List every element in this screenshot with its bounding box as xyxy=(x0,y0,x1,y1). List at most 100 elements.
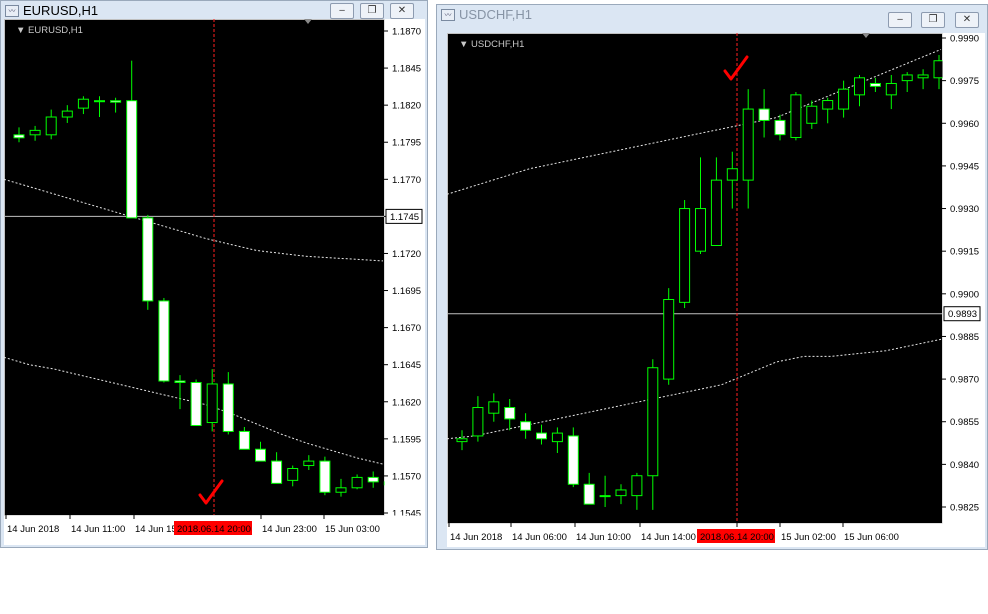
price-axis-area xyxy=(384,19,425,545)
candle-body xyxy=(206,383,218,424)
chart-window-icon: 〰 xyxy=(441,9,455,21)
candle-body xyxy=(238,430,250,450)
usdchf-titlebar[interactable]: 〰 USDCHF,H1 ‒ ❐ ✕ xyxy=(437,5,987,28)
candle-body xyxy=(822,100,834,110)
plot-frame xyxy=(447,33,943,524)
price-tick-label: 0.9900 xyxy=(950,289,979,300)
candle-body xyxy=(695,208,706,252)
candle-body xyxy=(158,300,170,382)
close-button[interactable]: ✕ xyxy=(390,3,414,19)
candle-body xyxy=(255,448,266,462)
candle-body xyxy=(663,299,675,380)
restore-button[interactable]: ❐ xyxy=(921,12,945,28)
candle-body xyxy=(222,383,234,432)
restore-button[interactable]: ❐ xyxy=(360,3,384,19)
candle-body xyxy=(536,432,547,440)
price-tick-label: 1.1845 xyxy=(392,64,421,75)
price-tick-label: 0.9855 xyxy=(950,417,979,428)
candle-body xyxy=(869,82,881,87)
crosshair-price-label: 1.1745 xyxy=(390,212,419,223)
candle-body xyxy=(472,407,484,437)
time-tick-label: 14 Jun 10:00 xyxy=(576,532,631,543)
close-button[interactable]: ✕ xyxy=(955,12,979,28)
band-upper-line xyxy=(447,48,942,195)
candle-body xyxy=(190,381,202,426)
candle-body xyxy=(287,468,299,481)
price-tick-label: 0.9960 xyxy=(950,119,979,130)
price-tick-label: 0.9990 xyxy=(950,34,979,45)
candle-body xyxy=(520,421,532,431)
eurusd-window[interactable]: 〰 EURUSD,H1 ‒ ❐ ✕ ▼ EURUSD,H1 1.1870 1.184… xyxy=(0,0,428,548)
candle-body xyxy=(599,495,611,498)
candle-body xyxy=(647,367,659,477)
candle-body xyxy=(790,94,802,138)
time-tick-label: 14 Jun 11:00 xyxy=(71,524,125,535)
candle-body xyxy=(758,108,770,121)
candle-body xyxy=(456,438,468,443)
candle-body xyxy=(726,168,738,181)
candle-body xyxy=(567,435,579,485)
candle-body xyxy=(583,483,595,505)
candle-body xyxy=(45,116,57,136)
price-tick-label: 0.9825 xyxy=(950,503,979,514)
candle-body xyxy=(885,82,897,96)
usdchf-window[interactable]: 〰 USDCHF,H1 ‒ ❐ ✕ ▼ USDCHF,H1 0.9990 0.997… xyxy=(436,4,988,550)
price-tick-label: 1.1770 xyxy=(392,175,421,186)
usdchf-chart[interactable]: ▼ USDCHF,H1 0.9990 0.9975 0.9960 0.9945 0.993… xyxy=(447,33,985,547)
candle-body xyxy=(29,129,41,136)
plot-frame xyxy=(4,19,385,516)
checkmark-icon xyxy=(198,479,224,505)
candle-body xyxy=(838,88,850,110)
chart-symbol-label: ▼ USDCHF,H1 xyxy=(459,39,524,50)
usdchf-chart-area[interactable]: ▼ USDCHF,H1 0.9990 0.9975 0.9960 0.9945 0.993… xyxy=(447,33,985,547)
time-tick-label: 14 Jun 2018 xyxy=(7,524,59,535)
candle-body xyxy=(271,460,283,484)
candle-body xyxy=(631,475,643,497)
candle-body xyxy=(901,74,913,82)
candle-body xyxy=(174,380,186,383)
candle-body xyxy=(488,401,500,414)
minimize-button[interactable]: ‒ xyxy=(888,12,912,28)
price-tick-label: 0.9840 xyxy=(950,460,979,471)
price-tick-label: 0.9870 xyxy=(950,375,979,386)
candle-body xyxy=(94,100,105,103)
price-tick-label: 1.1820 xyxy=(392,101,421,112)
candle-body xyxy=(917,74,929,79)
triangle-down-icon xyxy=(304,19,312,24)
candle-body xyxy=(126,100,138,219)
time-tick-label: 15 Jun 06:00 xyxy=(844,532,899,543)
price-tick-label: 0.9885 xyxy=(950,332,979,343)
price-tick-label: 1.1870 xyxy=(392,27,421,38)
candle-body xyxy=(142,217,154,302)
candle-body xyxy=(110,100,122,103)
candle-body xyxy=(854,77,865,96)
eurusd-chart[interactable]: ▼ EURUSD,H1 1.1870 1.1845 1.1820 1.1795 1.177… xyxy=(4,19,425,545)
price-tick-label: 1.1720 xyxy=(392,249,421,260)
time-tick-label: 14 Jun 06:00 xyxy=(512,532,567,543)
chart-symbol-label: ▼ EURUSD,H1 xyxy=(16,25,83,36)
time-tick-label: 15 Jun 03:00 xyxy=(325,524,380,535)
candle-body xyxy=(504,407,516,420)
candle-body xyxy=(551,432,563,443)
candle-body xyxy=(710,179,722,246)
candle-body xyxy=(319,460,331,493)
candle-body xyxy=(303,460,315,467)
price-tick-label: 0.9975 xyxy=(950,76,979,87)
band-upper-line xyxy=(4,178,384,262)
triangle-down-icon xyxy=(862,33,870,38)
price-tick-label: 1.1795 xyxy=(392,138,421,149)
price-tick-label: 0.9930 xyxy=(950,204,979,215)
price-tick-label: 0.9915 xyxy=(950,247,979,258)
price-tick-label: 1.1620 xyxy=(392,397,421,408)
price-tick-label: 0.9945 xyxy=(950,161,979,172)
minimize-button[interactable]: ‒ xyxy=(330,3,354,19)
eurusd-chart-area[interactable]: ▼ EURUSD,H1 1.1870 1.1845 1.1820 1.1795 1.177… xyxy=(4,19,425,545)
time-tick-label: 15 Jun 02:00 xyxy=(781,532,836,543)
candle-body xyxy=(351,476,363,489)
price-tick-label: 1.1645 xyxy=(392,360,421,371)
crosshair-time-label: 2018.06.14 20:00 xyxy=(700,532,774,543)
price-tick-label: 1.1670 xyxy=(392,323,421,334)
candle-body xyxy=(77,98,89,109)
eurusd-window-title: EURUSD,H1 xyxy=(23,3,99,18)
price-tick-label: 1.1570 xyxy=(392,471,421,482)
